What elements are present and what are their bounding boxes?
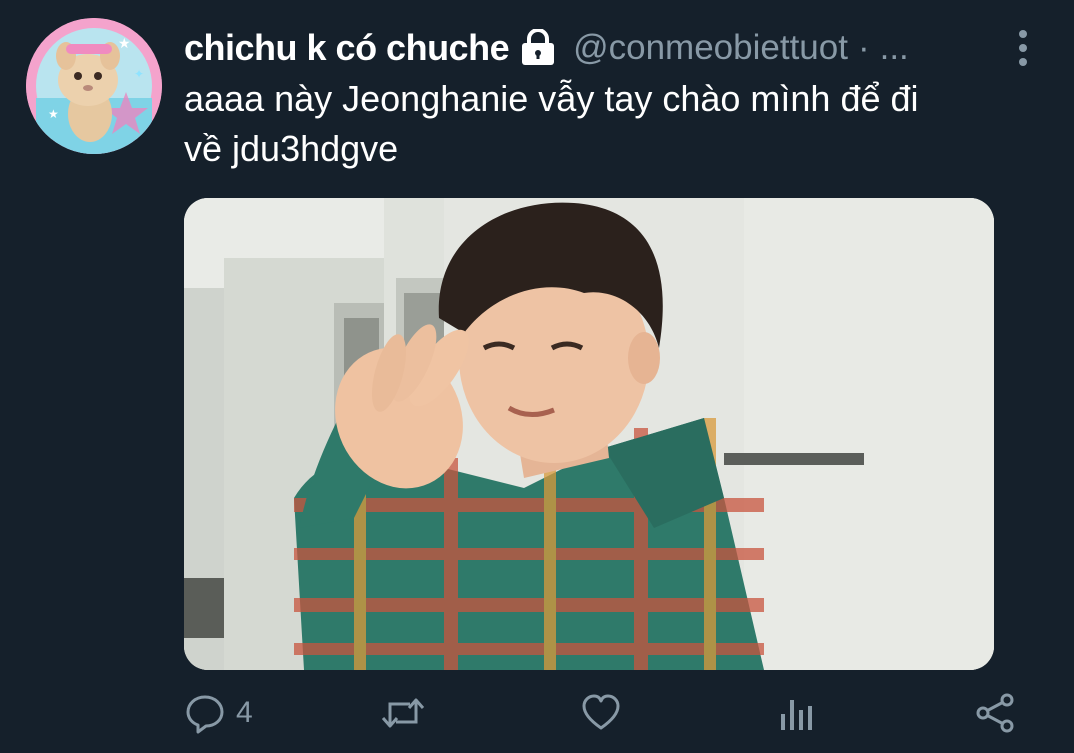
media-photo bbox=[184, 198, 994, 670]
analytics-button[interactable] bbox=[778, 690, 818, 736]
tweet-card[interactable]: ★ ★ ✦ chichu k có chuche @conmeobiettuot… bbox=[0, 0, 1074, 753]
avatar[interactable]: ★ ★ ✦ bbox=[26, 18, 162, 154]
truncated-timestamp: ... bbox=[879, 28, 909, 67]
user-handle[interactable]: @conmeobiettuot bbox=[573, 28, 848, 68]
lock-icon bbox=[519, 28, 557, 67]
svg-text:★: ★ bbox=[118, 36, 131, 52]
display-name[interactable]: chichu k có chuche bbox=[184, 27, 510, 69]
reply-count: 4 bbox=[236, 696, 253, 729]
reply-icon bbox=[184, 692, 226, 734]
tweet-text: aaaa này Jeonghanie vẫy tay chào mình để… bbox=[184, 74, 1014, 174]
tweet-action-bar: 4 bbox=[184, 690, 1034, 736]
retweet-button[interactable] bbox=[380, 690, 426, 736]
tweet-text-line-1: aaaa này Jeonghanie vẫy tay chào mình để… bbox=[184, 78, 919, 119]
like-button[interactable] bbox=[580, 690, 622, 736]
reply-button[interactable]: 4 bbox=[184, 690, 253, 736]
retweet-icon bbox=[380, 692, 426, 734]
analytics-icon bbox=[778, 692, 818, 734]
tweet-text-line-2: về jdu3hdgve bbox=[184, 128, 399, 169]
svg-text:✦: ✦ bbox=[134, 67, 144, 81]
tweet-media-image[interactable] bbox=[184, 198, 994, 670]
separator-dot: · bbox=[857, 28, 870, 67]
share-button[interactable] bbox=[974, 690, 1016, 736]
more-options-icon[interactable] bbox=[1008, 26, 1038, 70]
like-icon bbox=[580, 692, 622, 734]
svg-text:★: ★ bbox=[48, 107, 59, 121]
share-icon bbox=[974, 692, 1016, 734]
avatar-image: ★ ★ ✦ bbox=[26, 18, 162, 154]
tweet-header: chichu k có chuche @conmeobiettuot · ... bbox=[184, 26, 909, 70]
